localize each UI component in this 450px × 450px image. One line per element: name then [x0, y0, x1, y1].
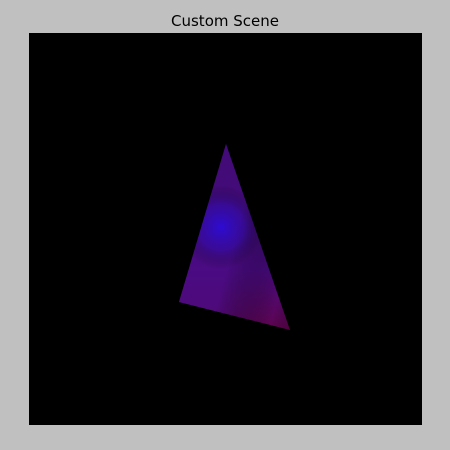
render-window: Custom Scene: [0, 0, 450, 450]
render-viewport[interactable]: [29, 33, 422, 425]
triangle-mesh: [179, 144, 290, 330]
window-title: Custom Scene: [171, 12, 279, 30]
scene-canvas: [179, 144, 290, 330]
